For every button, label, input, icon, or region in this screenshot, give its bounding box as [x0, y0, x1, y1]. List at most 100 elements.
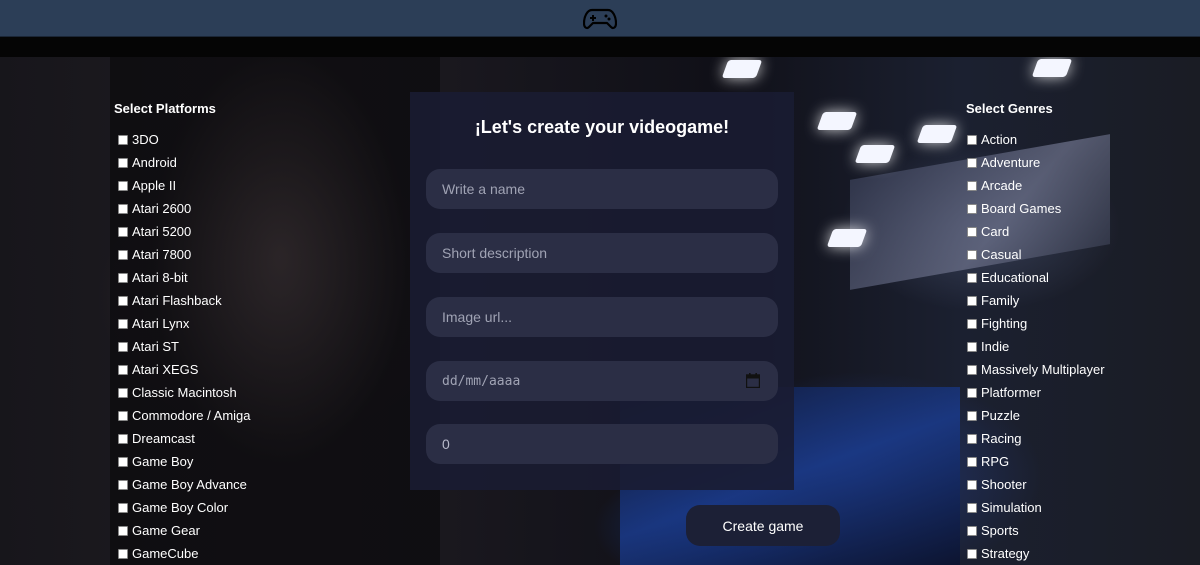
stage-light [721, 60, 763, 78]
platform-checkbox[interactable] [118, 548, 128, 559]
header-strip [0, 37, 1200, 57]
calendar-icon[interactable] [746, 373, 760, 388]
genre-option[interactable]: Indie [967, 335, 1105, 358]
platform-option[interactable]: Dreamcast [118, 427, 251, 450]
rating-input[interactable]: 0 [426, 424, 778, 464]
genre-checkbox[interactable] [967, 341, 977, 352]
platform-option[interactable]: Atari 5200 [118, 220, 251, 243]
platform-option[interactable]: Commodore / Amiga [118, 404, 251, 427]
platform-option[interactable]: Android [118, 151, 251, 174]
platform-checkbox[interactable] [118, 180, 128, 191]
genre-checkbox[interactable] [967, 456, 977, 467]
platform-option[interactable]: Classic Macintosh [118, 381, 251, 404]
platform-checkbox[interactable] [118, 134, 128, 145]
platform-checkbox[interactable] [118, 525, 128, 536]
name-input[interactable]: Write a name [426, 169, 778, 209]
platform-label: Apple II [132, 178, 177, 193]
genre-checkbox[interactable] [967, 548, 977, 559]
top-navbar [0, 0, 1200, 37]
genre-checkbox[interactable] [967, 134, 977, 145]
platform-option[interactable]: Atari XEGS [118, 358, 251, 381]
genre-option[interactable]: Simulation [967, 496, 1105, 519]
genre-label: Simulation [981, 500, 1042, 515]
genre-option[interactable]: Board Games [967, 197, 1105, 220]
platform-option[interactable]: Game Boy [118, 450, 251, 473]
platform-checkbox[interactable] [118, 318, 128, 329]
genre-checkbox[interactable] [967, 249, 977, 260]
genre-option[interactable]: Casual [967, 243, 1105, 266]
platform-option[interactable]: Game Gear [118, 519, 251, 542]
platform-checkbox[interactable] [118, 203, 128, 214]
platform-option[interactable]: Game Boy Advance [118, 473, 251, 496]
platform-option[interactable]: 3DO [118, 128, 251, 151]
genre-option[interactable]: Strategy [967, 542, 1105, 565]
genre-option[interactable]: Puzzle [967, 404, 1105, 427]
genres-list: Action Adventure Arcade Board Games Card Casu… [967, 128, 1105, 565]
platform-option[interactable]: Atari 7800 [118, 243, 251, 266]
date-placeholder: dd/mm/aaaa [442, 373, 521, 389]
platform-checkbox[interactable] [118, 272, 128, 283]
create-game-button[interactable]: Create game [686, 505, 840, 546]
platform-checkbox[interactable] [118, 456, 128, 467]
genre-label: Indie [981, 339, 1010, 354]
platform-checkbox[interactable] [118, 387, 128, 398]
platform-checkbox[interactable] [118, 479, 128, 490]
platform-option[interactable]: Game Boy Color [118, 496, 251, 519]
platform-checkbox[interactable] [118, 502, 128, 513]
platform-checkbox[interactable] [118, 364, 128, 375]
genre-checkbox[interactable] [967, 502, 977, 513]
genre-checkbox[interactable] [967, 387, 977, 398]
genre-option[interactable]: Shooter [967, 473, 1105, 496]
image-url-input[interactable]: Image url... [426, 297, 778, 337]
genre-option[interactable]: Adventure [967, 151, 1105, 174]
platform-checkbox[interactable] [118, 410, 128, 421]
genres-title: Select Genres [966, 101, 1053, 116]
genre-checkbox[interactable] [967, 479, 977, 490]
genre-option[interactable]: Card [967, 220, 1105, 243]
genre-option[interactable]: RPG [967, 450, 1105, 473]
description-input[interactable]: Short description [426, 233, 778, 273]
genre-checkbox[interactable] [967, 295, 977, 306]
platform-label: Atari 7800 [132, 247, 192, 262]
genre-label: Educational [981, 270, 1049, 285]
platform-checkbox[interactable] [118, 226, 128, 237]
release-date-input[interactable]: dd/mm/aaaa [426, 361, 778, 401]
platform-label: Game Boy Color [132, 500, 229, 515]
genre-checkbox[interactable] [967, 157, 977, 168]
genre-option[interactable]: Arcade [967, 174, 1105, 197]
genre-label: Massively Multiplayer [981, 362, 1105, 377]
platform-checkbox[interactable] [118, 249, 128, 260]
genre-label: Sports [981, 523, 1019, 538]
genre-checkbox[interactable] [967, 318, 977, 329]
genre-option[interactable]: Sports [967, 519, 1105, 542]
platform-option[interactable]: Apple II [118, 174, 251, 197]
genre-option[interactable]: Family [967, 289, 1105, 312]
genre-checkbox[interactable] [967, 226, 977, 237]
genre-option[interactable]: Racing [967, 427, 1105, 450]
platform-option[interactable]: Atari 8-bit [118, 266, 251, 289]
platform-option[interactable]: Atari 2600 [118, 197, 251, 220]
platform-checkbox[interactable] [118, 157, 128, 168]
genre-checkbox[interactable] [967, 433, 977, 444]
platform-label: Commodore / Amiga [132, 408, 251, 423]
genre-option[interactable]: Massively Multiplayer [967, 358, 1105, 381]
genre-option[interactable]: Educational [967, 266, 1105, 289]
platform-option[interactable]: Atari Lynx [118, 312, 251, 335]
platform-checkbox[interactable] [118, 341, 128, 352]
platform-option[interactable]: Atari Flashback [118, 289, 251, 312]
genre-option[interactable]: Platformer [967, 381, 1105, 404]
genre-checkbox[interactable] [967, 364, 977, 375]
platform-option[interactable]: Atari ST [118, 335, 251, 358]
platform-option[interactable]: GameCube [118, 542, 251, 565]
platform-checkbox[interactable] [118, 295, 128, 306]
genre-checkbox[interactable] [967, 410, 977, 421]
genre-option[interactable]: Fighting [967, 312, 1105, 335]
genre-checkbox[interactable] [967, 180, 977, 191]
genre-label: Action [981, 132, 1018, 147]
gamepad-icon[interactable] [583, 7, 617, 31]
genre-checkbox[interactable] [967, 525, 977, 536]
platform-checkbox[interactable] [118, 433, 128, 444]
genre-option[interactable]: Action [967, 128, 1105, 151]
genre-checkbox[interactable] [967, 203, 977, 214]
genre-checkbox[interactable] [967, 272, 977, 283]
